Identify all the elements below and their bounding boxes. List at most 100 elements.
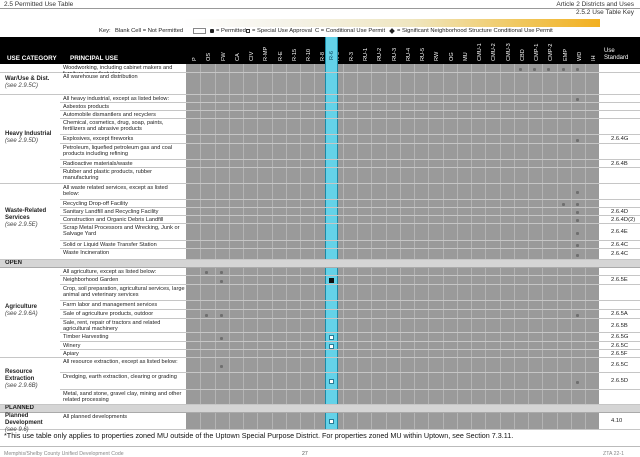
principal-use: Apiary [63, 351, 79, 357]
category-resource-extraction: Resource Extraction (see 2.9.6B) [0, 358, 60, 405]
principal-use: Winery [63, 343, 81, 349]
permitted-marker [575, 98, 579, 101]
principal-use: Sanitary Landfill and Recycling Facility [63, 209, 159, 215]
table-row: All waste related services, except as li… [0, 184, 640, 200]
table-row: Scrap Metal Processors and Wrecking, Jun… [0, 224, 640, 241]
category-agriculture: Agriculture (see 2.9.6A) [0, 268, 60, 358]
key-conditional: C = Conditional Use Permit [315, 28, 386, 34]
use-standard-ref: 2.6.4C [611, 241, 629, 248]
principal-use: All waste related services, except as li… [63, 185, 168, 198]
table-row: All heavy industrial, except as listed b… [0, 95, 640, 103]
zone-column-header: CA [234, 53, 241, 61]
principal-use: All planned developments [63, 414, 128, 420]
principal-use: Sale, rent, repair of tractors and relat… [63, 320, 161, 333]
zone-column-header: FW [220, 52, 227, 61]
permitted-marker [205, 313, 209, 317]
principal-use: Explosives, except fireworks [63, 136, 134, 142]
table-row: Apiary 2.6.5F [0, 350, 640, 358]
table-row: All resource extraction, except as liste… [0, 358, 640, 373]
use-standard-header: Use Standard [604, 48, 629, 61]
permitted-marker [575, 219, 579, 222]
special-use-symbol-icon [246, 29, 250, 33]
principal-use: All warehouse and distribution [63, 74, 138, 80]
use-standard-ref: 2.6.5D [611, 378, 629, 384]
table-row: Asbestos products [0, 103, 640, 111]
zone-column-header: RU-1 [363, 47, 369, 61]
principal-use: Dredging, earth extraction, clearing or … [63, 374, 177, 380]
principal-use: Sale of agriculture products, outdoor [63, 311, 154, 317]
table-row: Dredging, earth extraction, clearing or … [0, 373, 640, 390]
permitted-marker [533, 67, 536, 71]
permitted-marker [219, 364, 223, 368]
principal-use: Timber Harvesting [63, 334, 109, 340]
principal-use: Radioactive materials/waste [63, 161, 133, 167]
principal-use: Recycling Drop-off Facility [63, 201, 128, 207]
principal-use: Petroleum, liquefied petroleum gas and c… [63, 145, 173, 158]
use-standard-ref: 2.6.5C [611, 362, 629, 368]
use-standard-ref: 2.6.5F [611, 350, 628, 357]
section-title: 2.5 Permitted Use Table [4, 1, 74, 8]
permitted-marker [329, 278, 334, 283]
special-use-marker [329, 343, 334, 349]
special-use-marker [329, 379, 334, 384]
footer-amendment: ZTA 22-1 [603, 451, 624, 457]
zone-column-header: RU-2 [377, 47, 384, 61]
category-planned-development: Planned Development (see 9.6) [0, 413, 60, 433]
principal-use: Neighborhood Garden [63, 277, 119, 283]
use-standard-ref: 2.6.4E [611, 229, 628, 235]
permitted-marker [575, 211, 579, 214]
permitted-marker [575, 203, 579, 206]
key-blank: Blank Cell = Not Permitted [115, 28, 184, 34]
table-row: Sanitary Landfill and Recycling Facility… [0, 208, 640, 216]
zone-column-header: RW [434, 51, 441, 61]
zone-column-header: OG [448, 52, 455, 61]
permitted-marker [205, 271, 209, 274]
use-standard-ref: 2.6.5B [611, 322, 628, 329]
page-footer: Memphis/Shelby County Unified Developmen… [0, 449, 640, 457]
page-number: 27 [302, 451, 308, 457]
principal-use: Automobile dismantlers and recyclers [63, 112, 156, 118]
header-divider [0, 8, 640, 9]
zone-column-header: R-3 [348, 51, 355, 61]
principal-use: Crop, soil preparation, agricultural ser… [63, 286, 185, 299]
permitted-marker [575, 313, 579, 317]
zone-column-header: CMU-1 [477, 43, 483, 61]
zone-column-header: IH [591, 55, 597, 61]
principal-use: All heavy industrial, except as listed b… [63, 96, 170, 102]
footnote: *This use table only applies to properti… [4, 431, 514, 440]
key-significant: = Significant Neighborhood Structure Con… [397, 28, 553, 34]
category-waste-related: Waste-Related Services (see 2.9.5E) [0, 184, 60, 260]
use-standard-ref: 2.6.5E [611, 277, 628, 283]
permitted-marker [561, 67, 565, 71]
category-heavy-industrial: Heavy Industrial (see 2.9.5D) [0, 95, 60, 184]
zone-column-header: CMU-2 [491, 43, 498, 61]
highlighted-zone-label: R-6 [329, 50, 335, 60]
principal-use: Metal, sand stone, gravel clay, mining a… [63, 391, 182, 404]
permitted-marker [561, 203, 565, 206]
subsection-title: 2.5.2 Use Table Key [575, 9, 634, 16]
category-blank [0, 64, 60, 73]
use-standard-ref: 2.6.5A [611, 311, 628, 317]
permitted-marker [518, 67, 522, 71]
significant-structure-symbol-icon [389, 28, 395, 34]
zone-column-header: CMU-3 [505, 43, 512, 61]
use-standard-ref: 2.6.4D [611, 208, 629, 215]
table-row: All planned developments 4.10 [0, 413, 640, 430]
principal-use: Chemical, cosmetics, drug, soap, paints,… [63, 120, 164, 133]
table-row: Recycling Drop-off Facility [0, 200, 640, 208]
principal-use: All agriculture, except as listed below: [63, 269, 157, 275]
use-category-header: USE CATEGORY [7, 55, 57, 62]
permitted-marker [575, 138, 579, 142]
principal-use: Scrap Metal Processors and Wrecking, Jun… [63, 225, 180, 238]
table-row: Metal, sand stone, gravel clay, mining a… [0, 390, 640, 405]
zone-column-header: MU [462, 52, 469, 61]
table-row: Sale of agriculture products, outdoor 2.6… [0, 310, 640, 319]
key-label: Key: [99, 28, 111, 34]
use-standard-ref: 2.6.5G [611, 334, 629, 340]
use-standard-ref: 2.6.5C [611, 342, 629, 349]
use-standard-ref: 2.6.4G [611, 136, 629, 142]
table-row: All warehouse and distribution [0, 73, 640, 95]
permitted-marker [547, 67, 551, 71]
permitted-marker [219, 313, 223, 317]
table-row: Neighborhood Garden 2.6.5E [0, 276, 640, 285]
